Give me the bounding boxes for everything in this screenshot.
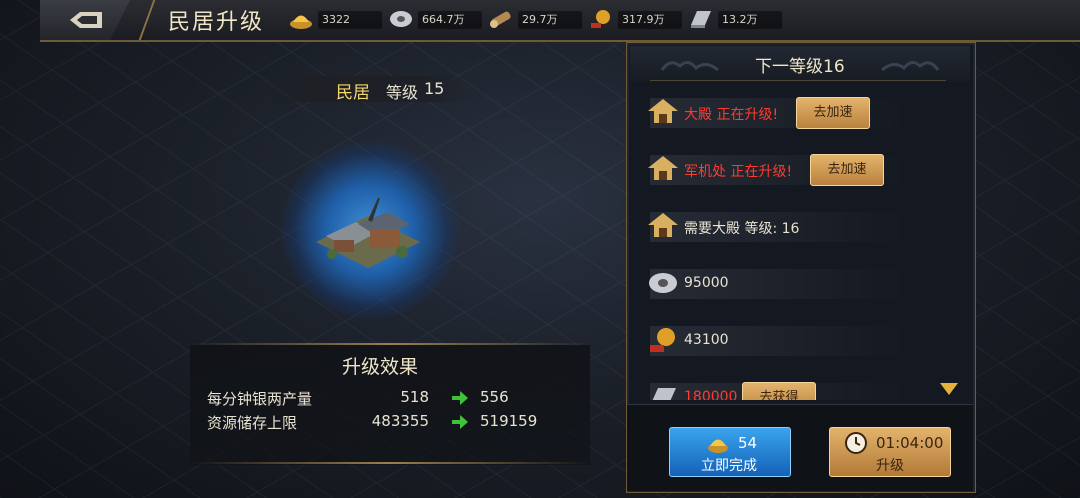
clock-icon <box>845 432 867 454</box>
cloud-ornament-icon <box>881 61 940 72</box>
requirement-text: 95000 <box>684 275 729 291</box>
arrow-right-icon <box>452 415 468 429</box>
resource-iron-value: 13.2万 <box>718 11 782 29</box>
requirement-text: 军机处 正在升级! <box>684 164 793 180</box>
grain-icon <box>591 10 610 28</box>
speed-up-button[interactable]: 去加速 <box>810 154 884 186</box>
page-title: 民居升级 <box>168 10 265 35</box>
building-name: 民居 <box>336 83 370 103</box>
next-level-title: 下一等级16 <box>755 57 845 77</box>
requirement-item: 军机处 正在升级! 去加速 <box>630 143 970 197</box>
stat-label: 每分钟银两产量 <box>207 390 313 408</box>
resource-silver-value: 664.7万 <box>418 11 482 29</box>
palace-icon <box>648 213 678 237</box>
requirement-text: 大殿 正在升级! <box>684 107 779 123</box>
requirement-item: 180000 去获得 <box>630 371 970 400</box>
requirement-text: 需要大殿 等级: 16 <box>684 221 800 237</box>
gold-ingot-icon <box>708 439 728 453</box>
requirement-item: 95000 <box>630 257 970 311</box>
residence-building-image <box>316 198 420 268</box>
stat-next: 519159 <box>480 412 538 430</box>
gold-ingot-icon <box>290 15 312 29</box>
silver-coin-icon <box>649 273 677 293</box>
divider <box>190 462 590 464</box>
instant-cost: 54 <box>738 434 758 452</box>
grain-icon <box>650 328 675 352</box>
iron-ingot-icon <box>691 11 711 28</box>
requirement-text: 180000 <box>684 389 738 400</box>
requirement-text: 43100 <box>684 332 729 348</box>
arrow-right-icon <box>452 391 468 405</box>
requirement-item: 需要大殿 等级: 16 <box>630 200 970 254</box>
instant-label: 立即完成 <box>701 458 757 474</box>
palace-icon <box>648 99 678 123</box>
requirement-item: 43100 <box>630 314 970 368</box>
requirement-item: 大殿 正在升级! 去加速 <box>630 86 970 140</box>
divider <box>650 80 946 81</box>
divider <box>190 343 590 345</box>
obtain-button[interactable]: 去获得 <box>742 382 816 400</box>
back-arrow-icon <box>70 12 102 28</box>
iron-ingot-icon <box>652 388 676 400</box>
silver-coin-icon <box>390 11 412 27</box>
palace-icon <box>648 156 678 180</box>
instant-complete-button[interactable]: 54 立即完成 <box>669 427 791 477</box>
stat-label: 资源储存上限 <box>207 414 298 432</box>
upgrade-label: 升级 <box>876 458 904 474</box>
resource-grain-value: 317.9万 <box>618 11 682 29</box>
effects-title: 升级效果 <box>342 356 419 378</box>
upgrade-button[interactable]: 01:04:00 升级 <box>829 427 951 477</box>
cloud-ornament-icon <box>660 61 719 72</box>
building-level-label: 等级 <box>386 83 419 102</box>
stat-current: 483355 <box>371 412 429 430</box>
requirements-list[interactable]: 大殿 正在升级! 去加速 军机处 正在升级! 去加速 需要大殿 等级: 16 9… <box>630 86 970 400</box>
scroll-down-arrow-icon[interactable] <box>940 383 958 395</box>
resource-gold-value: 3322 <box>318 11 382 29</box>
wood-log-icon <box>490 11 511 28</box>
upgrade-time: 01:04:00 <box>876 434 944 452</box>
speed-up-button[interactable]: 去加速 <box>796 97 870 129</box>
building-level-value: 15 <box>424 79 445 98</box>
stat-current: 518 <box>400 388 429 406</box>
resource-wood-value: 29.7万 <box>518 11 582 29</box>
stat-next: 556 <box>480 388 509 406</box>
